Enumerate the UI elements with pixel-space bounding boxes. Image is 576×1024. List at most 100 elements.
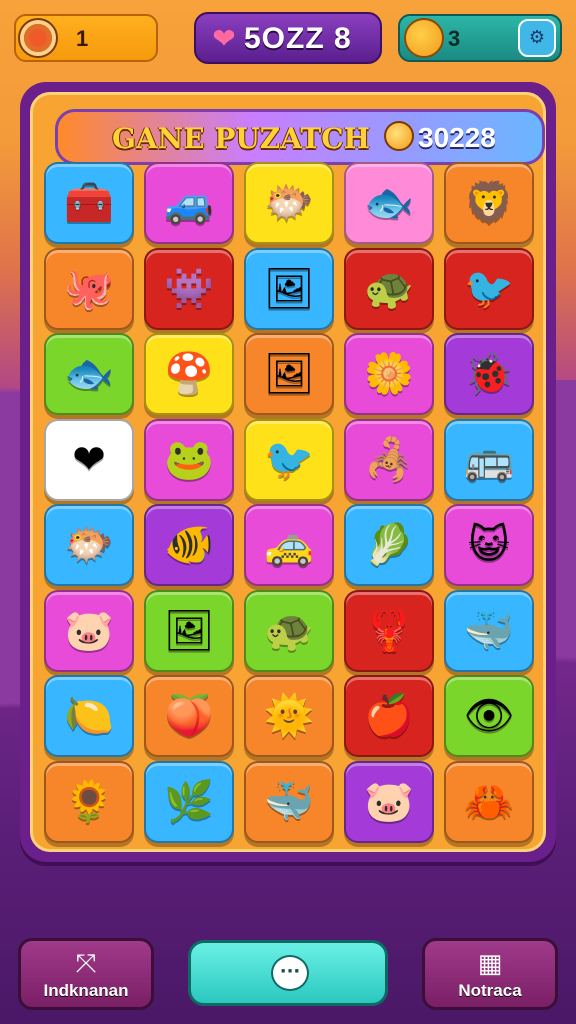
- blocks-icon: ▦: [477, 949, 503, 979]
- settings-icon: ⚙: [528, 27, 546, 48]
- crab-icon: 🦀: [464, 778, 514, 825]
- tile[interactable]: 🐦: [244, 418, 334, 501]
- tile[interactable]: 🐡: [244, 162, 334, 244]
- creature-icon: 🦞: [364, 607, 414, 654]
- tile[interactable]: 🦀: [444, 760, 534, 843]
- tile[interactable]: 🖼: [144, 589, 234, 672]
- frame-icon: 🖼: [263, 351, 315, 397]
- sun-icon: 🌞: [264, 693, 314, 739]
- heart-icon: ❤: [72, 436, 106, 483]
- game-title-badge: ❤ 5OZZ 8: [194, 12, 382, 64]
- plant-icon: 🌿: [164, 778, 214, 825]
- tile[interactable]: 🐸: [144, 418, 234, 501]
- tile[interactable]: 🌻: [44, 760, 134, 843]
- tile[interactable]: 🐡: [44, 504, 134, 586]
- toolbox-icon: 🧰: [64, 180, 114, 226]
- score-banner: GANE PUZATCH 30228: [55, 109, 545, 165]
- peach-icon: 🍑: [164, 693, 214, 739]
- bird-icon: 🐦: [264, 436, 314, 483]
- lemon-icon: 🍋: [64, 693, 114, 739]
- tile[interactable]: 🧰: [44, 162, 134, 244]
- tile[interactable]: 🦞: [344, 589, 434, 672]
- frame-icon: 🖼: [263, 265, 315, 312]
- tile[interactable]: 🍋: [44, 675, 134, 757]
- lives-counter[interactable]: 3 ⚙: [398, 14, 562, 62]
- tile[interactable]: 🐢: [344, 247, 434, 330]
- tile[interactable]: 🚙: [144, 162, 234, 244]
- frog-icon: 🐸: [164, 436, 214, 483]
- creature-icon: 👾: [164, 265, 214, 312]
- banner-title: GANE PUZATCH: [112, 122, 371, 155]
- tile[interactable]: ❤: [44, 418, 134, 501]
- creature-icon: 🦂: [364, 436, 414, 483]
- tile[interactable]: 🍑: [144, 675, 234, 757]
- tile[interactable]: 😺: [444, 504, 534, 586]
- fish-icon: 🐡: [64, 522, 114, 568]
- fruit-icon: [404, 18, 444, 58]
- bug-icon: 🐞: [464, 351, 514, 397]
- chat-button[interactable]: ···: [188, 940, 388, 1006]
- tile[interactable]: 🖼: [244, 247, 334, 330]
- left-button[interactable]: ⤧ Indknanan: [18, 938, 154, 1010]
- bus-icon: 🚌: [464, 436, 514, 483]
- tile[interactable]: 👁: [444, 675, 534, 757]
- turtle-icon: 🐢: [264, 607, 314, 654]
- tile[interactable]: 🌼: [344, 333, 434, 415]
- creature-icon: 🐙: [64, 265, 114, 312]
- tile[interactable]: 🐞: [444, 333, 534, 415]
- tile[interactable]: 🐠: [144, 504, 234, 586]
- chat-icon: ···: [271, 955, 309, 991]
- bulb-icon: [384, 121, 414, 151]
- turtle-icon: 🐢: [364, 265, 414, 312]
- car-icon: 🚙: [164, 180, 214, 226]
- tile[interactable]: 🐳: [244, 760, 334, 843]
- eye-icon: 👁: [463, 693, 515, 739]
- tile[interactable]: 🐦: [444, 247, 534, 330]
- coin-icon: [18, 18, 58, 58]
- frame-icon: 🖼: [163, 607, 215, 654]
- right-button[interactable]: ▦ Notraca: [422, 938, 558, 1010]
- lion-icon: 🦁: [464, 180, 514, 226]
- whale-icon: 🐳: [464, 607, 514, 654]
- right-button-label: Notraca: [458, 981, 522, 1000]
- tile[interactable]: 🐟: [344, 162, 434, 244]
- taxi-icon: 🚕: [264, 522, 314, 568]
- top-bar: 1 ❤ 5OZZ 8 3 ⚙: [0, 0, 576, 80]
- tile[interactable]: 🥬: [344, 504, 434, 586]
- fish-icon: 🐡: [264, 180, 314, 226]
- lives-value: 3: [448, 26, 461, 51]
- creature-icon: 🍄: [164, 351, 214, 397]
- tile[interactable]: 🐷: [44, 589, 134, 672]
- tile[interactable]: 🚕: [244, 504, 334, 586]
- tile[interactable]: 🖼: [244, 333, 334, 415]
- coin-counter[interactable]: 1: [14, 14, 158, 62]
- tile[interactable]: 🐟: [44, 333, 134, 415]
- tile[interactable]: 🐳: [444, 589, 534, 672]
- apple-icon: 🍎: [364, 693, 414, 739]
- heart-icon: ❤: [212, 22, 236, 55]
- fish-icon: 🐠: [164, 522, 214, 568]
- settings-button[interactable]: ⚙: [518, 19, 556, 57]
- bird-icon: 🐦: [464, 265, 514, 312]
- tile[interactable]: 🐢: [244, 589, 334, 672]
- whale-icon: 🐳: [264, 778, 314, 825]
- tile[interactable]: 🌿: [144, 760, 234, 843]
- tile-grid: 🧰 🚙 🐡 🐟 🦁 🐙 👾 🖼 🐢 🐦 🐟 🍄 🖼 🌼 🐞 ❤ 🐸 🐦 🦂 🚌 🐡 🐠 🚕 🥬 😺 🐷 🖼 🐢 🦞 🐳 🍋 🍑 🌞 🍎 👁 🌻 🌿 🐳 🐷 🦀: [44, 162, 538, 843]
- tile[interactable]: 🍄: [144, 333, 234, 415]
- fish-icon: 🐟: [64, 351, 114, 397]
- tile[interactable]: 🐙: [44, 247, 134, 330]
- left-button-label: Indknanan: [43, 981, 129, 1000]
- tile[interactable]: 🌞: [244, 675, 334, 757]
- tile[interactable]: 🦂: [344, 418, 434, 501]
- coin-value: 1: [76, 26, 89, 51]
- cat-icon: 😺: [468, 522, 510, 568]
- game-title: 5OZZ 8: [244, 22, 352, 55]
- tile[interactable]: 👾: [144, 247, 234, 330]
- fish-icon: 🐟: [364, 180, 414, 226]
- flower-icon: 🌻: [64, 778, 114, 825]
- tile[interactable]: 🐷: [344, 760, 434, 843]
- leaf-icon: 🥬: [364, 522, 414, 568]
- tile[interactable]: 🍎: [344, 675, 434, 757]
- tile[interactable]: 🦁: [444, 162, 534, 244]
- tile[interactable]: 🚌: [444, 418, 534, 501]
